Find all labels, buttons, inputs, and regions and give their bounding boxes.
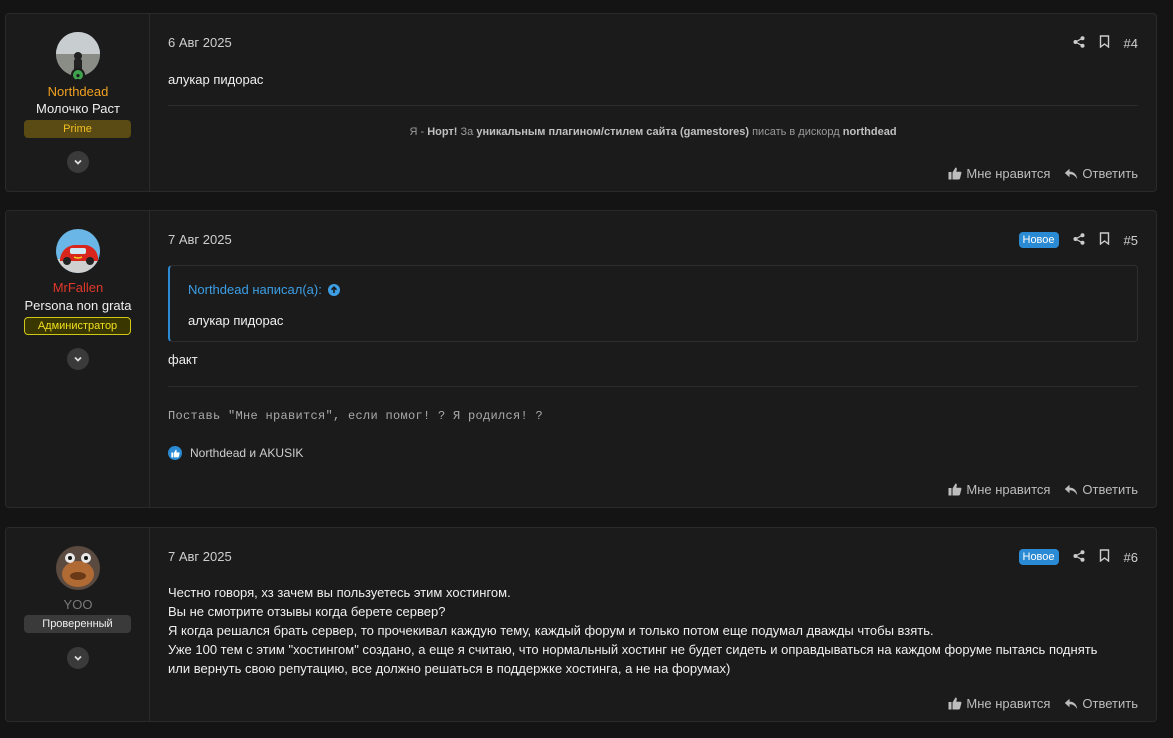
reply-icon — [1065, 698, 1078, 709]
username[interactable]: MrFallen — [6, 280, 150, 295]
share-icon[interactable] — [1073, 549, 1085, 565]
post-content: факт — [168, 352, 198, 367]
reply-button[interactable]: Ответить — [1064, 166, 1138, 181]
post-footer: Мне нравится Ответить — [948, 482, 1138, 497]
user-badge: Prime — [24, 120, 131, 138]
post-date[interactable]: 7 Авг 2025 — [168, 232, 232, 247]
like-button[interactable]: Мне нравится — [948, 482, 1050, 497]
content-line: Честно говоря, хз зачем вы пользуетесь э… — [168, 585, 511, 600]
post-number[interactable]: #4 — [1124, 36, 1138, 51]
avatar[interactable] — [56, 229, 100, 273]
thumbs-up-icon — [948, 167, 962, 180]
username[interactable]: Northdead — [6, 84, 150, 99]
arrow-up-circle-icon — [327, 283, 340, 296]
online-status-icon — [71, 68, 85, 82]
post-number[interactable]: #6 — [1124, 550, 1138, 565]
chevron-down-icon[interactable] — [67, 348, 89, 370]
reply-icon — [1065, 168, 1078, 179]
new-badge: Новое — [1018, 232, 1059, 248]
bookmark-icon[interactable] — [1099, 549, 1110, 565]
content-line: Уже 100 тем с этим "хостингом" создано, … — [168, 642, 1098, 657]
user-title: Молочко Раст — [36, 101, 120, 116]
post-5: MrFallen Persona non grata Администратор… — [5, 210, 1157, 508]
like-button[interactable]: Мне нравится — [948, 696, 1050, 711]
reply-icon — [1065, 484, 1078, 495]
like-button[interactable]: Мне нравится — [948, 166, 1050, 181]
reply-button[interactable]: Ответить — [1064, 482, 1138, 497]
post-actions: Новое #5 — [1018, 232, 1138, 248]
content-line: Я когда решался брать сервер, то прочеки… — [168, 623, 934, 638]
reply-button[interactable]: Ответить — [1064, 696, 1138, 711]
quote-header[interactable]: Northdead написал(а): — [188, 282, 340, 297]
reactions-users[interactable]: Northdead и AKUSIK — [190, 446, 303, 460]
user-title: Persona non grata — [24, 298, 132, 313]
post-content: Честно говоря, хз зачем вы пользуетесь э… — [168, 583, 1138, 678]
signature: Я - Норт! За уникальным плагином/стилем … — [409, 126, 897, 138]
post-content: алукар пидорас — [168, 72, 264, 87]
like-reaction-icon — [168, 446, 182, 460]
post-footer: Мне нравится Ответить — [948, 166, 1138, 181]
user-badge: Администратор — [24, 317, 131, 335]
user-info: Northdead Молочко Раст Prime — [6, 14, 150, 191]
share-icon[interactable] — [1073, 35, 1085, 51]
avatar[interactable] — [56, 546, 100, 590]
content-line: Вы не смотрите отзывы когда берете серве… — [168, 604, 446, 619]
post-actions: #4 — [1073, 35, 1138, 51]
user-info: YOO Проверенный — [6, 528, 150, 721]
post-actions: Новое #6 — [1018, 549, 1138, 565]
chevron-down-icon[interactable] — [67, 647, 89, 669]
signature-divider — [168, 105, 1138, 106]
post-date[interactable]: 7 Авг 2025 — [168, 549, 232, 564]
new-badge: Новое — [1018, 549, 1059, 565]
signature: Поставь "Мне нравится", если помог! ? Я … — [168, 409, 544, 423]
post-footer: Мне нравится Ответить — [948, 696, 1138, 711]
post-4: Northdead Молочко Раст Prime 6 Авг 2025 … — [5, 13, 1157, 192]
chevron-down-icon[interactable] — [67, 151, 89, 173]
quote-text: алукар пидорас — [188, 313, 284, 328]
thumbs-up-icon — [948, 697, 962, 710]
user-badge: Проверенный — [24, 615, 131, 633]
post-number[interactable]: #5 — [1124, 233, 1138, 248]
bookmark-icon[interactable] — [1099, 232, 1110, 248]
thumbs-up-icon — [948, 483, 962, 496]
content-line: или вернуть свою репутацию, все должно р… — [168, 661, 731, 676]
username[interactable]: YOO — [6, 597, 150, 612]
reactions-bar[interactable]: Northdead и AKUSIK — [168, 446, 303, 460]
bookmark-icon[interactable] — [1099, 35, 1110, 51]
share-icon[interactable] — [1073, 232, 1085, 248]
user-info: MrFallen Persona non grata Администратор — [6, 211, 150, 507]
signature-divider — [168, 386, 1138, 387]
post-6: YOO Проверенный 7 Авг 2025 Новое #6 Чест… — [5, 527, 1157, 722]
post-date[interactable]: 6 Авг 2025 — [168, 35, 232, 50]
quote-block: Northdead написал(а): алукар пидорас — [168, 265, 1138, 342]
